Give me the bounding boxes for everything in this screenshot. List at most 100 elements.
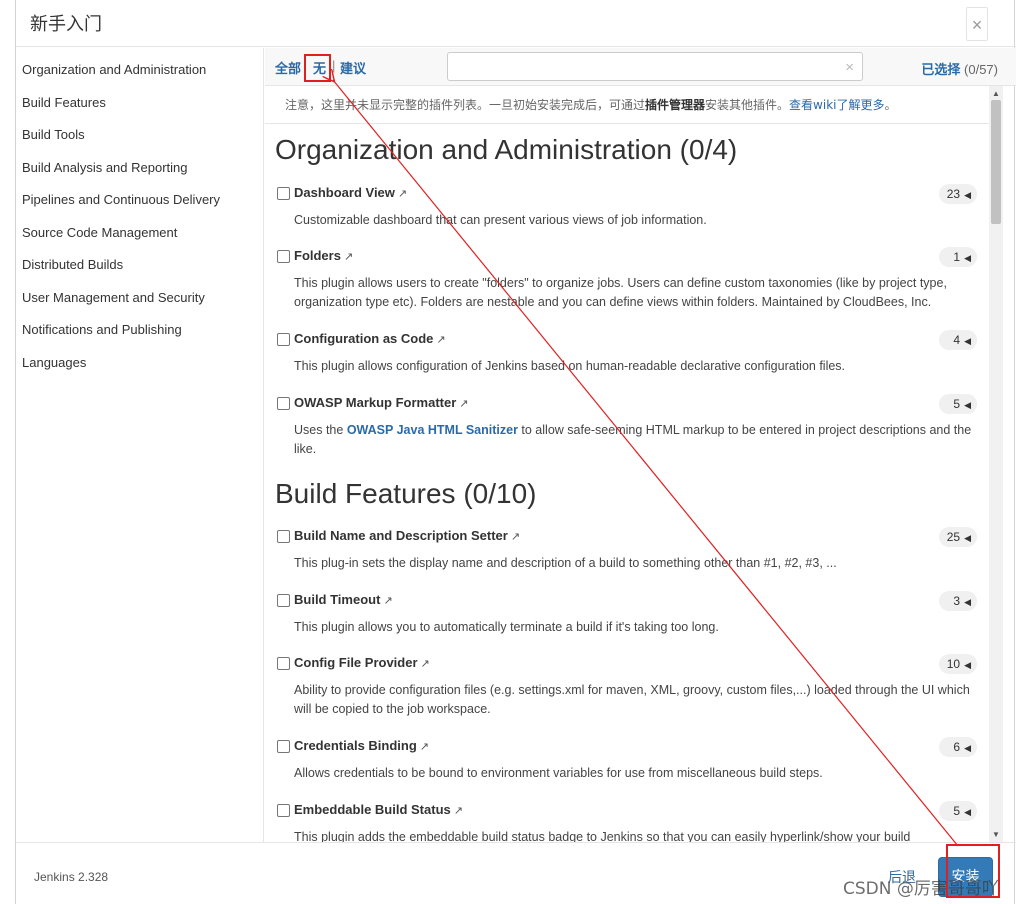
external-link-icon: ↗ (383, 595, 393, 607)
dependency-badge[interactable]: 6 ◀ (939, 737, 977, 757)
plugin-item: Credentials Binding ↗ 6 ◀ Allows credentia… (277, 737, 977, 783)
plugin-item: Build Name and Description Setter ↗ 25 ◀ T… (277, 527, 977, 573)
caret-left-icon: ◀ (964, 660, 971, 670)
dependency-badge[interactable]: 5 ◀ (939, 394, 977, 414)
plugin-checkbox[interactable] (277, 804, 290, 817)
plugin-name[interactable]: Build Name and Description Setter ↗ (294, 528, 520, 543)
plugin-name[interactable]: Config File Provider ↗ (294, 655, 430, 670)
separator: | (332, 58, 336, 73)
plugin-name[interactable]: Folders ↗ (294, 248, 353, 263)
clear-search-icon[interactable]: × (845, 59, 854, 76)
plugin-name[interactable]: Build Timeout ↗ (294, 592, 393, 607)
plugin-item: OWASP Markup Formatter ↗ 5 ◀ Uses the OWAS… (277, 394, 977, 459)
external-link-icon: ↗ (419, 741, 430, 753)
caret-left-icon: ◀ (964, 253, 971, 263)
wiki-link[interactable]: 查看wiki了解更多 (789, 98, 884, 112)
plugin-list-scrollbar[interactable]: ▲ ▼ (989, 86, 1003, 842)
backdrop (0, 0, 15, 904)
sidebar-item-organization[interactable]: Organization and Administration (22, 62, 206, 77)
plugin-checkbox[interactable] (277, 594, 290, 607)
sidebar-item-pipelines[interactable]: Pipelines and Continuous Delivery (22, 192, 220, 207)
category-title: Organization and Administration (0/4) (275, 134, 738, 165)
selected-link[interactable]: 已选择 (921, 63, 960, 78)
external-link-icon: ↗ (459, 398, 469, 410)
dependency-badge[interactable]: 23 ◀ (939, 184, 977, 204)
plugin-name[interactable]: OWASP Markup Formatter ↗ (294, 395, 469, 410)
plugin-name[interactable]: Credentials Binding ↗ (294, 738, 429, 753)
external-link-icon: ↗ (397, 188, 408, 200)
caret-left-icon: ◀ (964, 743, 971, 753)
annotation-box-none (304, 54, 331, 82)
plugin-name[interactable]: Configuration as Code ↗ (294, 331, 446, 346)
external-link-icon: ↗ (510, 531, 521, 543)
plugin-name[interactable]: Dashboard View ↗ (294, 185, 407, 200)
sidebar-item-languages[interactable]: Languages (22, 355, 86, 370)
sidebar-item-build-features[interactable]: Build Features (22, 95, 106, 110)
selected-summary: 已选择 (0/57) (921, 59, 998, 78)
plugin-manager-text: 插件管理器 (645, 98, 706, 112)
dependency-badge[interactable]: 4 ◀ (939, 330, 977, 350)
select-all-link[interactable]: 全部 (275, 58, 301, 77)
plugin-item: Build Timeout ↗ 3 ◀ This plugin allows you… (277, 591, 977, 637)
caret-left-icon: ◀ (964, 807, 971, 817)
plugin-item: Configuration as Code ↗ 4 ◀ This plugin al… (277, 330, 977, 376)
plugin-item: Config File Provider ↗ 10 ◀ Ability to pro… (277, 654, 977, 719)
external-link-icon: ↗ (436, 334, 446, 346)
plugin-description: Customizable dashboard that can present … (294, 213, 707, 227)
selected-count: (0/57) (964, 62, 998, 77)
external-link-icon: ↗ (420, 658, 430, 670)
external-link-icon: ↗ (343, 251, 354, 263)
plugin-description: This plugin adds the embeddable build st… (294, 830, 911, 842)
caret-left-icon: ◀ (964, 336, 971, 346)
sidebar-item-source-code[interactable]: Source Code Management (22, 225, 177, 240)
dependency-badge[interactable]: 10 ◀ (939, 654, 977, 674)
plugin-name[interactable]: Embeddable Build Status ↗ (294, 802, 463, 817)
plugin-item: Dashboard View ↗ 23 ◀ Customizable dashboa… (277, 184, 977, 230)
caret-left-icon: ◀ (964, 400, 971, 410)
plugin-description: Allows credentials to be bound to enviro… (294, 766, 823, 780)
dependency-badge[interactable]: 5 ◀ (939, 801, 977, 821)
plugin-description: Uses the OWASP Java HTML Sanitizer to al… (294, 423, 972, 456)
plugin-toolbar: 全部 | 无 | 建议 × 已选择 (0/57) (265, 48, 1016, 86)
plugin-checkbox[interactable] (277, 333, 290, 346)
scroll-thumb[interactable] (991, 100, 1001, 224)
jenkins-version: Jenkins 2.328 (34, 870, 109, 884)
scroll-down-icon[interactable]: ▼ (992, 830, 1000, 839)
select-suggested-link[interactable]: 建议 (340, 58, 366, 77)
plugin-checkbox[interactable] (277, 397, 290, 410)
plugin-description: This plug-in sets the display name and d… (294, 556, 837, 570)
caret-left-icon: ◀ (964, 533, 971, 543)
sidebar-item-user-management[interactable]: User Management and Security (22, 290, 205, 305)
close-icon[interactable]: × (966, 7, 988, 41)
category-sidebar: Organization and Administration Build Fe… (16, 48, 264, 842)
sidebar-item-build-tools[interactable]: Build Tools (22, 127, 85, 142)
category-title: Build Features (0/10) (275, 478, 537, 509)
plugin-item: Folders ↗ 1 ◀ This plugin allows users to … (277, 247, 977, 312)
plugin-search-input[interactable]: × (447, 52, 863, 81)
sidebar-item-distributed-builds[interactable]: Distributed Builds (22, 257, 123, 272)
dependency-badge[interactable]: 25 ◀ (939, 527, 977, 547)
owasp-sanitizer-link[interactable]: OWASP Java HTML Sanitizer (347, 423, 518, 437)
caret-left-icon: ◀ (964, 190, 971, 200)
annotation-box-install (946, 844, 1000, 898)
notice-text-2: 安装其他插件。 (705, 98, 790, 112)
plugin-item: Embeddable Build Status ↗ 5 ◀ This plugin … (277, 801, 977, 842)
dialog-title: 新手入门 (30, 14, 102, 35)
plugin-checkbox[interactable] (277, 187, 290, 200)
plugin-checkbox[interactable] (277, 250, 290, 263)
caret-left-icon: ◀ (964, 597, 971, 607)
dependency-badge[interactable]: 3 ◀ (939, 591, 977, 611)
sidebar-item-notifications[interactable]: Notifications and Publishing (22, 322, 182, 337)
plugin-checkbox[interactable] (277, 657, 290, 670)
plugin-list-notice: 注意，这里并未显示完整的插件列表。一旦初始安装完成后，可通过插件管理器安装其他插… (265, 86, 989, 124)
notice-suffix: 。 (884, 98, 897, 112)
dependency-badge[interactable]: 1 ◀ (939, 247, 977, 267)
notice-text: 注意，这里并未显示完整的插件列表。一旦初始安装完成后，可通过 (285, 98, 646, 112)
sidebar-item-build-analysis[interactable]: Build Analysis and Reporting (22, 160, 188, 175)
plugin-description: This plugin allows you to automatically … (294, 620, 719, 634)
plugin-checkbox[interactable] (277, 740, 290, 753)
plugin-list: Organization and Administration (0/4) Da… (265, 124, 989, 842)
plugin-checkbox[interactable] (277, 530, 290, 543)
scroll-up-icon[interactable]: ▲ (992, 89, 1000, 98)
plugin-description: This plugin allows configuration of Jenk… (294, 359, 846, 373)
